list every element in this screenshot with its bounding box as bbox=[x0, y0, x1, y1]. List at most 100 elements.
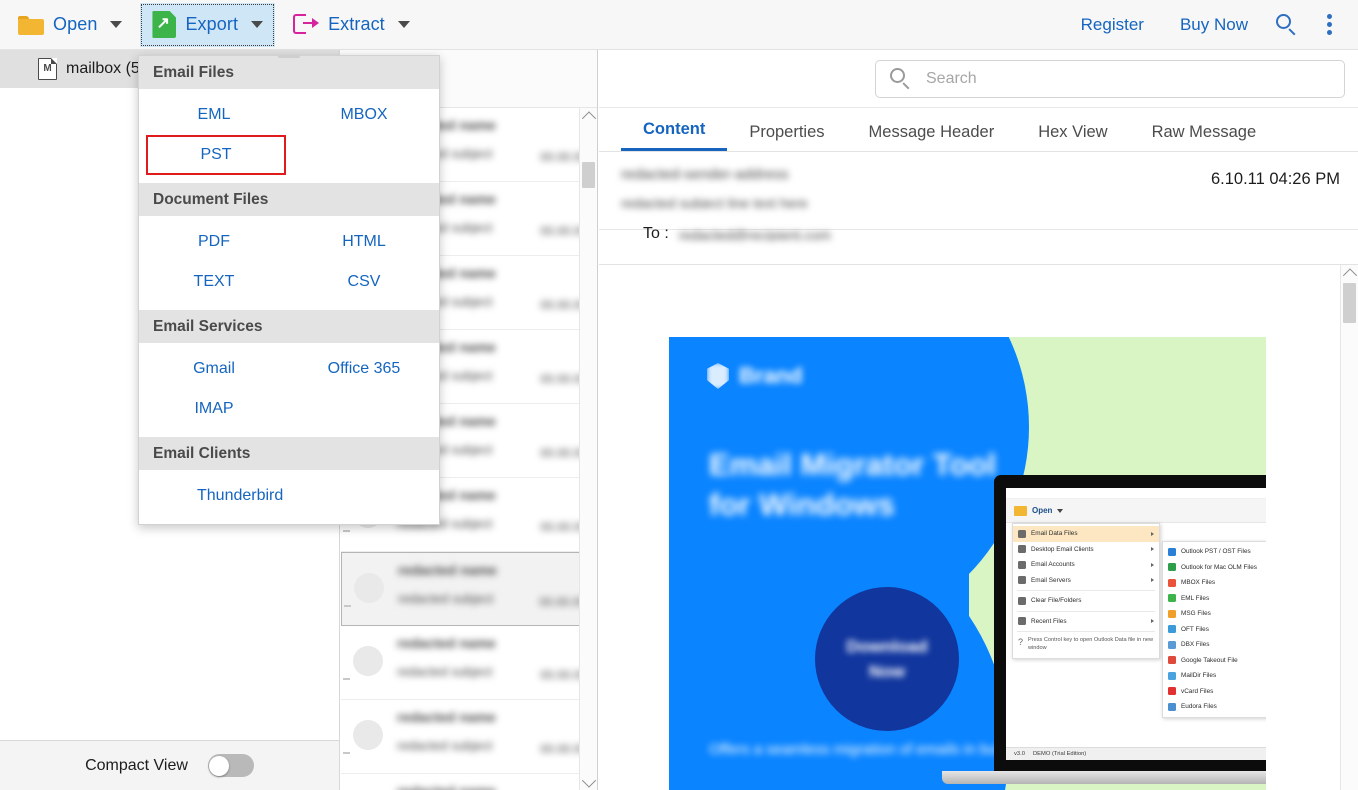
menu-item-html[interactable]: HTML bbox=[289, 222, 439, 262]
search-box[interactable] bbox=[875, 59, 1345, 98]
menu-group-items: Gmail Office 365 IMAP bbox=[139, 343, 439, 437]
reading-panel: ContentPropertiesMessage HeaderHex ViewR… bbox=[599, 50, 1358, 790]
laptop-menu-item: Email Servers bbox=[1013, 573, 1159, 589]
menu-item-thunderbird[interactable]: Thunderbird bbox=[139, 476, 439, 516]
folder-open-icon bbox=[1014, 505, 1027, 516]
menu-item-eml[interactable]: EML bbox=[139, 95, 289, 135]
laptop-submenu-item: OFT Files bbox=[1163, 622, 1266, 638]
file-type-icon bbox=[1168, 578, 1176, 587]
file-type-icon bbox=[1168, 656, 1176, 665]
menu-group-header: Email Files bbox=[139, 56, 439, 89]
file-type-icon bbox=[1168, 687, 1176, 696]
search-icon bbox=[890, 67, 912, 90]
main-toolbar: Open Export Extract Register Buy Now bbox=[0, 0, 1358, 50]
laptop-menu-item: Clear File/Folders bbox=[1013, 593, 1159, 609]
scroll-up-arrow[interactable] bbox=[1341, 265, 1358, 282]
buy-now-link[interactable]: Buy Now bbox=[1162, 15, 1266, 35]
message-to-label: To : bbox=[643, 225, 669, 242]
thread-indicator bbox=[343, 678, 350, 680]
laptop-note-text: Press Control key to open Outlook Data f… bbox=[1028, 637, 1154, 652]
chevron-down-icon bbox=[397, 21, 410, 28]
mail-list-scrollbar[interactable] bbox=[579, 108, 597, 790]
compact-view-toggle[interactable] bbox=[207, 754, 254, 777]
promo-subcopy: Offers a seamless migration of emails in… bbox=[709, 741, 1008, 758]
promo-laptop-mockup: Open Email Data Files Desktop Email Clien… bbox=[942, 475, 1266, 790]
scroll-down-arrow[interactable] bbox=[580, 773, 597, 790]
menu-item-gmail[interactable]: Gmail bbox=[139, 349, 289, 389]
laptop-menu-item-label: Email Accounts bbox=[1031, 561, 1075, 569]
laptop-open-label: Open bbox=[1032, 506, 1053, 515]
export-file-icon bbox=[152, 11, 177, 38]
mail-list-item[interactable]: redacted nameredacted subject00.00.00 bbox=[341, 552, 597, 626]
laptop-submenu-item: Outlook PST / OST Files bbox=[1163, 544, 1266, 560]
file-type-icon bbox=[1168, 563, 1176, 572]
menu-separator bbox=[1017, 610, 1155, 612]
menu-item-office-365[interactable]: Office 365 bbox=[289, 349, 439, 389]
message-body-scrollbar[interactable] bbox=[1340, 265, 1358, 790]
tab-content[interactable]: Content bbox=[621, 120, 728, 151]
chevron-down-icon bbox=[251, 21, 264, 28]
file-type-icon bbox=[1168, 702, 1176, 711]
message-header-block: redacted-sender-address redacted subject… bbox=[599, 152, 1358, 242]
laptop-app-topbar bbox=[1006, 488, 1266, 499]
download-now-button[interactable]: Download Now bbox=[815, 587, 959, 731]
menu-item-imap[interactable]: IMAP bbox=[139, 389, 289, 429]
mail-sender: redacted name bbox=[397, 635, 496, 651]
message-to-value: redacted@recipient.com bbox=[678, 227, 831, 241]
mail-list-item[interactable]: redacted nameredacted subject00.00.00 bbox=[341, 774, 597, 790]
menu-item-text[interactable]: TEXT bbox=[139, 262, 289, 302]
tab-properties[interactable]: Properties bbox=[727, 123, 846, 151]
laptop-submenu-item-label: Eudora Files bbox=[1181, 703, 1217, 711]
menu-item-pdf[interactable]: PDF bbox=[139, 222, 289, 262]
laptop-edition: DEMO (Trial Edition) bbox=[1032, 751, 1087, 757]
mail-list-item[interactable]: redacted nameredacted subject00.00.00 bbox=[341, 700, 597, 774]
cta-line-2: Now bbox=[869, 661, 905, 681]
promo-logo: Brand bbox=[707, 363, 803, 389]
scroll-thumb[interactable] bbox=[582, 162, 595, 188]
open-button[interactable]: Open bbox=[6, 3, 134, 47]
laptop-menu-note: ? Press Control key to open Outlook Data … bbox=[1013, 634, 1159, 656]
laptop-left-menu: Email Data Files Desktop Email Clients Ema… bbox=[1012, 523, 1160, 660]
submenu-arrow-icon bbox=[1151, 578, 1154, 583]
scroll-up-arrow[interactable] bbox=[580, 108, 597, 125]
extract-button[interactable]: Extract bbox=[281, 3, 422, 47]
menu-item-mbox[interactable]: MBOX bbox=[289, 95, 439, 135]
overflow-menu-button[interactable] bbox=[1308, 4, 1350, 46]
folder-open-icon bbox=[18, 14, 44, 35]
message-to-row: To : redacted@recipient.com bbox=[621, 209, 1358, 247]
file-type-icon bbox=[1168, 671, 1176, 680]
thread-indicator bbox=[343, 530, 350, 532]
laptop-menu-item-label: Email Servers bbox=[1031, 576, 1071, 584]
export-dropdown-menu[interactable]: Email Files EML MBOX PST Document Files PDF HT… bbox=[138, 55, 440, 525]
promo-headline: Email Migrator Tool for Windows bbox=[709, 447, 997, 522]
tab-hex-view[interactable]: Hex View bbox=[1016, 123, 1129, 151]
help-icon: ? bbox=[1018, 637, 1024, 647]
search-input[interactable] bbox=[924, 68, 1328, 89]
search-icon bbox=[1276, 13, 1298, 36]
mail-list-item[interactable]: redacted nameredacted subject00.00.00 bbox=[341, 626, 597, 700]
laptop-screen: Open Email Data Files Desktop Email Clien… bbox=[1006, 488, 1266, 760]
mail-sender: redacted name bbox=[397, 709, 496, 725]
register-link[interactable]: Register bbox=[1063, 15, 1162, 35]
file-type-icon bbox=[1168, 625, 1176, 634]
export-button[interactable]: Export bbox=[140, 2, 276, 47]
menu-item-pst[interactable]: PST bbox=[146, 135, 286, 175]
submenu-arrow-icon bbox=[1151, 547, 1154, 552]
export-button-label: Export bbox=[185, 14, 239, 34]
promo-brand-name: Brand bbox=[739, 363, 803, 389]
tab-message-header[interactable]: Message Header bbox=[847, 123, 1017, 151]
laptop-submenu-item: EML Files bbox=[1163, 591, 1266, 607]
menu-item-icon bbox=[1018, 529, 1026, 538]
thread-indicator bbox=[343, 752, 350, 754]
menu-group-items: PDF HTML TEXT CSV bbox=[139, 216, 439, 310]
menu-group-items: EML MBOX PST bbox=[139, 89, 439, 183]
menu-item-csv[interactable]: CSV bbox=[289, 262, 439, 302]
laptop-version: v3.0 bbox=[1014, 751, 1025, 757]
tab-raw-message[interactable]: Raw Message bbox=[1130, 123, 1279, 151]
promo-banner[interactable]: Brand Email Migrator Tool for Windows Do… bbox=[669, 337, 1266, 790]
laptop-menu-item-label: Recent Files bbox=[1031, 617, 1067, 625]
laptop-submenu-item-label: MBOX Files bbox=[1181, 579, 1216, 587]
scroll-thumb[interactable] bbox=[1343, 283, 1356, 323]
toolbar-search-button[interactable] bbox=[1266, 4, 1308, 46]
more-vertical-icon bbox=[1326, 14, 1332, 35]
